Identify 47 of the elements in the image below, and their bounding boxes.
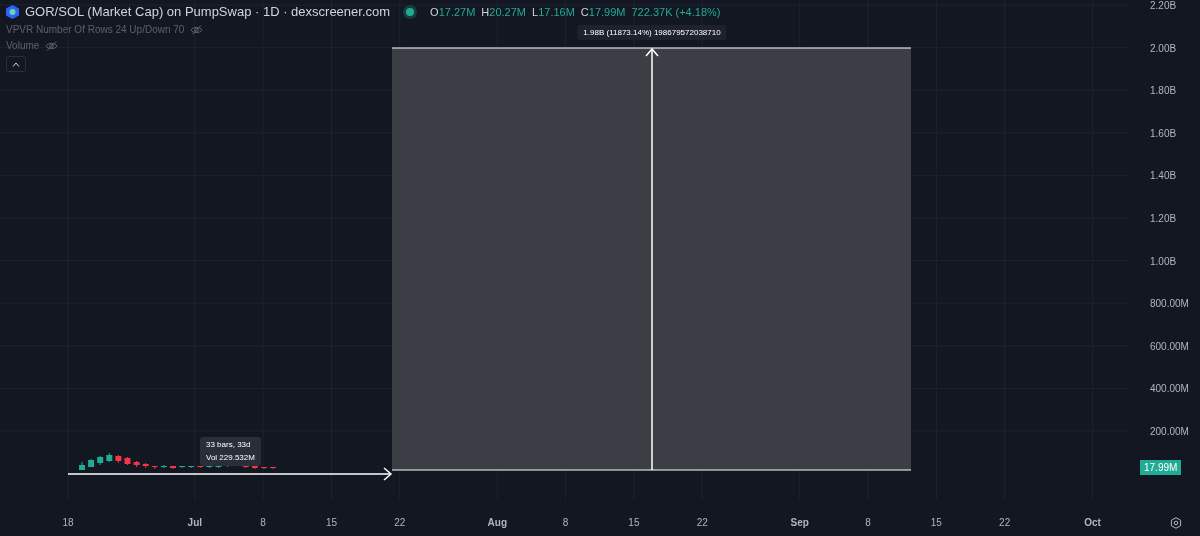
settings-icon[interactable] [1170, 517, 1182, 529]
eye-off-icon[interactable] [190, 24, 204, 35]
time-tick-label: 22 [999, 517, 1011, 528]
indicator-label: VPVR Number Of Rows 24 Up/Down 70 [6, 24, 185, 35]
token-logo-icon [6, 4, 19, 19]
time-tick-label: 8 [865, 517, 871, 528]
time-tick-label: 8 [260, 517, 266, 528]
time-tick-label: 8 [562, 517, 569, 528]
ohlc-key: C [580, 5, 589, 18]
time-tick-label: 15 [930, 517, 942, 528]
price-tick-label: 1.00B [1150, 255, 1177, 267]
caret-icon [12, 61, 20, 67]
last-price-tag: 17.99M [1140, 460, 1182, 475]
time-tick-label: 15 [325, 517, 337, 528]
ohlc-key: H [481, 5, 490, 18]
time-tick-label: 15 [628, 517, 640, 528]
indicator-label: Volume [6, 40, 40, 51]
price-change: 722.37K (+4.18%) [631, 5, 721, 18]
price-tick-label: 1.80B [1150, 84, 1177, 96]
price-tick-label: 600.00M [1150, 340, 1189, 352]
time-tick-label: Sep [790, 517, 809, 528]
range-tooltip: 33 bars, 33d Vol 229.532M [200, 437, 261, 466]
ohlc-value: 17.16M [538, 5, 575, 18]
time-tick-label: 18 [62, 517, 74, 528]
price-tick-label: 2.00B [1150, 42, 1177, 54]
price-tick-label: 1.60B [1150, 127, 1177, 139]
ohlc-value: 20.27M [489, 5, 526, 18]
price-tick-label: 2.20B [1150, 0, 1177, 11]
ohlc-key: L [532, 5, 539, 18]
eye-off-icon[interactable] [45, 40, 59, 51]
ohlc-value: 17.27M [438, 5, 476, 18]
price-tick-label: 1.20B [1150, 212, 1177, 224]
price-tick-label: 200.00M [1150, 425, 1189, 437]
ohlc-key: O [430, 5, 439, 18]
time-tick-label: 22 [696, 517, 708, 528]
price-tick-label: 800.00M [1150, 297, 1189, 309]
time-tick-label: Aug [487, 517, 507, 528]
market-status-icon [406, 7, 415, 16]
time-tick-label: Oct [1084, 517, 1101, 528]
price-tick-label: 400.00M [1150, 382, 1189, 394]
time-tick-label: 22 [394, 517, 406, 528]
price-tick-label: 1.40B [1150, 169, 1177, 181]
collapse-legend-button[interactable] [6, 56, 26, 72]
time-tick-label: Jul [187, 517, 203, 528]
ohlc-value: 17.99M [588, 5, 626, 18]
measure-label: 1.98B (11873.14%) 198679572038710 [577, 25, 727, 40]
chart-title: GOR/SOL (Market Cap) on PumpSwap · 1D · dexscreener.com [25, 4, 391, 19]
